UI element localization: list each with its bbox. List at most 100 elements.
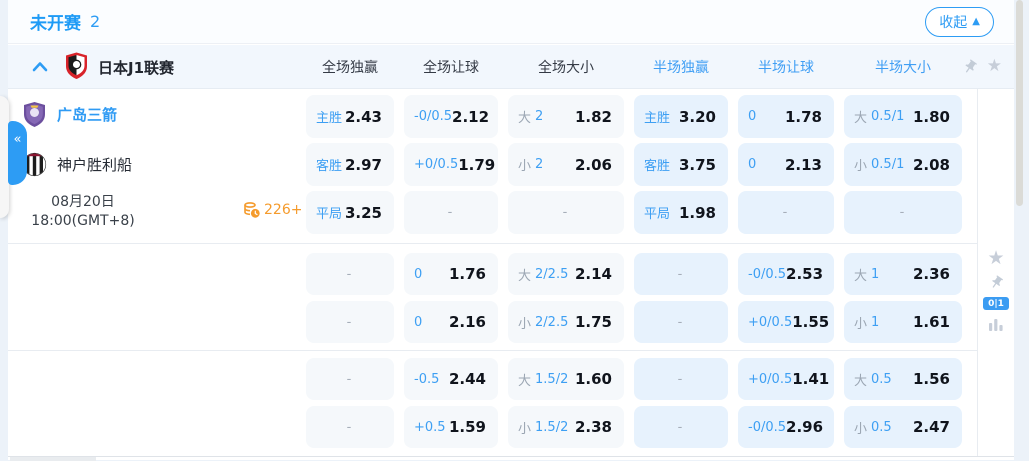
- odds-selection-label: 0: [748, 109, 756, 124]
- odds-cell[interactable]: 大0.5/1 1.80: [844, 95, 962, 138]
- odds-selection-label: 小0.5: [854, 418, 892, 437]
- odds-direction-label: 小: [854, 155, 867, 174]
- odds-value: 2.13: [785, 156, 822, 174]
- odds-cell[interactable]: 大12.36: [844, 253, 962, 295]
- odds-cell[interactable]: 平局 1.98: [634, 191, 728, 234]
- odds-value: 1.55: [792, 313, 829, 331]
- odds-selection-label: 主胜: [644, 107, 670, 126]
- star-icon[interactable]: ★: [987, 58, 1002, 75]
- odds-cell: -: [404, 191, 498, 234]
- odds-cell[interactable]: 平局3.25: [306, 191, 394, 234]
- league-logo-icon: [65, 52, 88, 80]
- odds-cell[interactable]: 小0.5/1 2.08: [844, 143, 962, 186]
- odds-cell: -: [508, 191, 624, 234]
- match-time: 18:00(GMT+8): [16, 212, 150, 231]
- odds-cell: -: [844, 191, 962, 234]
- odds-value: 1.98: [679, 204, 716, 222]
- empty-odds-dash: -: [678, 372, 683, 387]
- odds-selection-label: 小2: [518, 155, 543, 174]
- next-row-partial: [10, 457, 96, 461]
- odds-value: 1.41: [792, 370, 829, 388]
- odds-cell[interactable]: 02.16: [404, 301, 498, 343]
- odds-cell[interactable]: 小0.52.47: [844, 406, 962, 448]
- odds-cell[interactable]: 01.76: [404, 253, 498, 295]
- odds-value: 2.08: [913, 156, 950, 174]
- odds-cell[interactable]: 01.78: [738, 95, 834, 138]
- odds-cell[interactable]: 02.13: [738, 143, 834, 186]
- odds-value: 2.96: [786, 418, 823, 436]
- home-team-name: 广岛三箭: [57, 104, 117, 125]
- more-markets-link[interactable]: 226+ ›: [243, 201, 314, 219]
- matches-panel: 未开赛 2 收起 ▲ 日本J1联赛 全场独赢 全场让球 全场大小 半场独赢 半场…: [8, 0, 1014, 460]
- odds-cell[interactable]: +0/0.51.41: [738, 358, 834, 400]
- stats-chart-icon[interactable]: [988, 317, 1004, 332]
- odds-value: 2.44: [449, 370, 486, 388]
- odds-cell[interactable]: -0.5 2.44: [404, 358, 498, 400]
- odds-selection-label: 小0.5/1: [854, 155, 904, 174]
- odds-cell: -: [634, 301, 728, 343]
- odds-selection-label: -0/0.5: [414, 109, 452, 124]
- odds-selection-label: 平局: [644, 203, 670, 222]
- match-row: 广岛三箭 神户胜利船 08月20日 1: [8, 89, 1014, 460]
- odds-selection-label: +0/0.5: [748, 372, 792, 387]
- odds-selection-label: 大2/2.5: [518, 265, 568, 284]
- pin-icon[interactable]: [962, 59, 978, 75]
- score-badge[interactable]: 0|1: [983, 297, 1009, 310]
- home-team-row: 广岛三箭: [22, 101, 117, 128]
- odds-cell[interactable]: 小22.06: [508, 143, 624, 186]
- odds-value: 1.80: [913, 108, 950, 126]
- odds-cell[interactable]: +0/0.51.79: [404, 143, 498, 186]
- pin-icon[interactable]: [989, 275, 1004, 290]
- empty-odds-dash: -: [783, 205, 788, 220]
- odds-selection-label: 大0.5/1: [854, 107, 904, 126]
- odds-cell: -: [306, 358, 394, 400]
- odds-cell[interactable]: 小2/2.51.75: [508, 301, 624, 343]
- favorite-star-icon[interactable]: ★: [987, 249, 1004, 268]
- odds-group: 主胜2.43-0/0.52.12大21.82主胜3.2001.78大0.5/11…: [306, 95, 962, 234]
- odds-cell[interactable]: -0/0.52.53: [738, 253, 834, 295]
- odds-direction-label: 小: [854, 313, 867, 332]
- odds-value: 1.59: [449, 418, 486, 436]
- chevron-up-icon[interactable]: [32, 61, 48, 72]
- empty-odds-dash: -: [347, 315, 352, 330]
- odds-value: 1.61: [913, 313, 950, 331]
- odds-cell[interactable]: +0.51.59: [404, 406, 498, 448]
- odds-cell[interactable]: -0/0.52.96: [738, 406, 834, 448]
- triangle-up-icon: ▲: [972, 17, 980, 27]
- odds-value: 1.56: [913, 370, 950, 388]
- odds-cell[interactable]: 小11.61: [844, 301, 962, 343]
- odds-cell[interactable]: +0/0.51.55: [738, 301, 834, 343]
- odds-cell[interactable]: 小1.5/22.38: [508, 406, 624, 448]
- odds-selection-label: +0.5: [414, 420, 446, 435]
- odds-cell: -: [306, 301, 394, 343]
- section-divider: [8, 456, 1014, 457]
- odds-cell[interactable]: 主胜2.43: [306, 95, 394, 138]
- odds-direction-label: 大: [854, 265, 867, 284]
- odds-direction-label: 大: [854, 370, 867, 389]
- odds-cell[interactable]: 大0.51.56: [844, 358, 962, 400]
- odds-cell[interactable]: 客胜2.97: [306, 143, 394, 186]
- odds-value: 1.75: [575, 313, 612, 331]
- empty-odds-dash: -: [900, 205, 905, 220]
- collapse-all-button[interactable]: 收起 ▲: [925, 7, 994, 37]
- empty-odds-dash: -: [347, 267, 352, 282]
- odds-selection-label: 0: [748, 157, 756, 172]
- odds-value: 2.53: [786, 265, 823, 283]
- odds-direction-label: 大: [518, 370, 531, 389]
- odds-cell[interactable]: 大1.5/21.60: [508, 358, 624, 400]
- odds-selection-label: -0.5: [414, 372, 439, 387]
- odds-value: 2.43: [345, 108, 382, 126]
- odds-cell[interactable]: 客胜3.75: [634, 143, 728, 186]
- collapse-all-label: 收起: [939, 12, 967, 32]
- odds-value: 1.78: [785, 108, 822, 126]
- scrollbar-thumb[interactable]: [1016, 0, 1023, 206]
- odds-cell[interactable]: 大2/2.52.14: [508, 253, 624, 295]
- odds-selection-label: 客胜: [316, 155, 342, 174]
- odds-cell[interactable]: -0/0.52.12: [404, 95, 498, 138]
- sidebar-toggle-tab[interactable]: «: [8, 121, 27, 185]
- group-divider: [8, 350, 977, 351]
- odds-cell[interactable]: 大21.82: [508, 95, 624, 138]
- odds-cell[interactable]: 主胜3.20: [634, 95, 728, 138]
- odds-cell: -: [634, 253, 728, 295]
- column-header-ht-overunder: 半场大小: [844, 57, 962, 77]
